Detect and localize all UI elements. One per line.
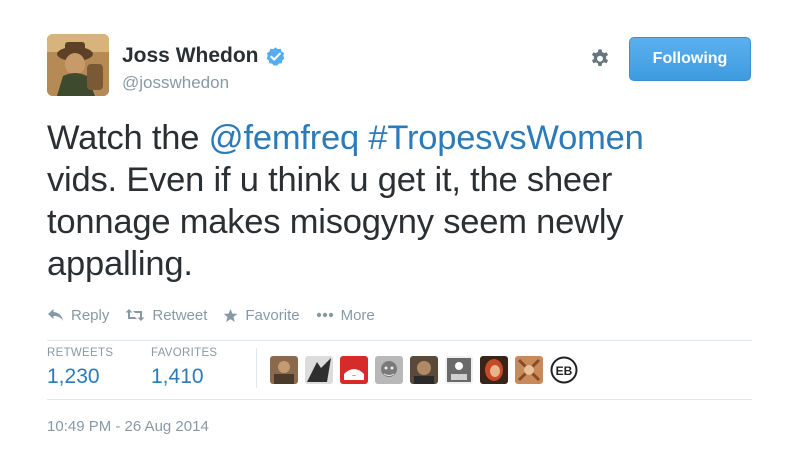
favoriters-list: ~ EB [270, 356, 585, 384]
author-name-text: Joss Whedon [122, 44, 259, 67]
favoriter-avatar-6[interactable] [445, 356, 473, 384]
tweet-line-1-prefix: Watch the [47, 119, 209, 157]
author-handle[interactable]: @josswhedon [122, 73, 229, 93]
verified-badge-icon [266, 46, 284, 66]
reply-button[interactable]: Reply [47, 307, 109, 324]
favoriter-avatar-7[interactable] [480, 356, 508, 384]
favoriter-avatar-8[interactable] [515, 356, 543, 384]
author-avatar[interactable] [47, 34, 109, 96]
tweet-line-1: Watch the @femfreq #TropesvsWomen [47, 117, 747, 159]
retweet-button[interactable]: Retweet [125, 307, 207, 324]
more-label: More [340, 306, 375, 324]
reply-icon [48, 309, 63, 321]
tweet-card: Joss Whedon @josswhedon Following Watch … [0, 0, 800, 474]
tweet-line-2: vids. Even if u think u get it, the shee… [47, 161, 613, 199]
retweet-label: Retweet [152, 306, 208, 324]
following-button[interactable]: Following [629, 37, 751, 81]
favorites-count[interactable]: 1,410 [151, 365, 217, 389]
favoriter-avatar-4[interactable] [375, 356, 403, 384]
favoriter-avatar-1[interactable] [270, 356, 298, 384]
tweet-timestamp[interactable]: 10:49 PM - 26 Aug 2014 [47, 418, 209, 435]
favoriter-avatar-2[interactable] [305, 356, 333, 384]
favoriter-avatar-5[interactable] [410, 356, 438, 384]
hashtag-link[interactable]: #TropesvsWomen [368, 119, 643, 157]
tweet-line-3: tonnage makes misogyny seem newly [47, 203, 624, 241]
mention-link[interactable]: @femfreq [209, 119, 360, 157]
more-icon [316, 312, 333, 318]
favoriter-avatar-9[interactable]: EB [550, 356, 578, 384]
avatar-image [47, 34, 109, 96]
tweet-text: Watch the @femfreq #TropesvsWomen vids. … [47, 117, 747, 285]
tweet-space [359, 119, 368, 157]
star-icon [224, 308, 238, 322]
author-name[interactable]: Joss Whedon [122, 44, 286, 68]
gear-icon[interactable] [589, 48, 611, 70]
retweets-stat[interactable]: RETWEETS 1,230 [47, 347, 113, 389]
stats-separator [256, 348, 257, 388]
favorite-label: Favorite [245, 306, 300, 324]
stats-bottom-divider [47, 399, 752, 400]
retweets-count[interactable]: 1,230 [47, 365, 113, 389]
eb-logo-text: EB [556, 364, 573, 378]
favorites-label: FAVORITES [151, 347, 218, 359]
retweet-icon [125, 309, 145, 321]
reply-label: Reply [71, 306, 110, 324]
favoriter-avatar-3[interactable]: ~ [340, 356, 368, 384]
tweet-line-4: appalling. [47, 245, 193, 283]
svg-text:~: ~ [352, 373, 356, 380]
favorite-button[interactable]: Favorite [223, 306, 300, 324]
tweet-actions: Reply Retweet Favorite More [47, 305, 391, 325]
retweets-label: RETWEETS [47, 347, 114, 359]
more-button[interactable]: More [316, 307, 375, 324]
stats-top-divider [47, 340, 752, 341]
favorites-stat[interactable]: FAVORITES 1,410 [151, 347, 217, 389]
